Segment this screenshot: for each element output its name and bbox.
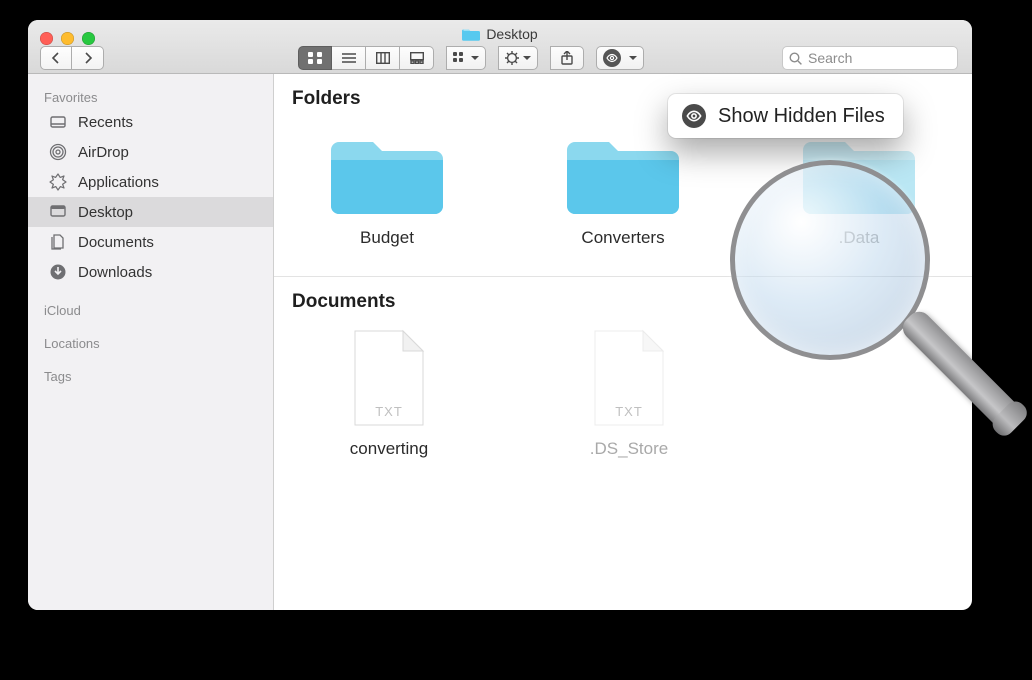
sidebar-item-label: Applications (78, 174, 159, 191)
sidebar-item-label: Documents (78, 234, 154, 251)
search-icon (789, 52, 802, 65)
sidebar-item-label: AirDrop (78, 144, 129, 161)
sidebar-item-applications[interactable]: Applications (28, 167, 273, 197)
sidebar-item-downloads[interactable]: Downloads (28, 257, 273, 287)
airdrop-icon (48, 142, 68, 162)
folder-icon (462, 27, 480, 41)
file-item-ds-store[interactable]: TXT .DS_Store (554, 329, 704, 459)
show-hidden-files-popover[interactable]: Show Hidden Files (668, 94, 903, 138)
item-label: .DS_Store (554, 439, 704, 459)
sidebar-item-airdrop[interactable]: AirDrop (28, 137, 273, 167)
item-label: Converters (550, 228, 696, 248)
view-columns-button[interactable] (366, 46, 400, 70)
item-label: .Data (786, 228, 932, 248)
sidebar-item-label: Downloads (78, 264, 152, 281)
folder-item-data[interactable]: .Data (786, 126, 932, 248)
view-list-button[interactable] (332, 46, 366, 70)
sidebar-item-documents[interactable]: Documents (28, 227, 273, 257)
sidebar-group-tags[interactable]: Tags (28, 363, 273, 386)
section-documents-header: Documents (274, 277, 972, 321)
desktop-icon (48, 202, 68, 222)
sidebar-group-locations[interactable]: Locations (28, 330, 273, 353)
sidebar-item-recents[interactable]: Recents (28, 107, 273, 137)
applications-icon (48, 172, 68, 192)
share-button[interactable] (550, 46, 584, 70)
eye-icon (603, 49, 621, 67)
window-title: Desktop (486, 26, 537, 42)
nav-forward-button[interactable] (72, 46, 104, 70)
eye-icon (682, 104, 706, 128)
sidebar-item-desktop[interactable]: Desktop (28, 197, 273, 227)
recents-icon (48, 112, 68, 132)
sidebar-group-icloud[interactable]: iCloud (28, 297, 273, 320)
folder-icon (803, 126, 915, 218)
view-mode-group (298, 46, 434, 70)
downloads-icon (48, 262, 68, 282)
content-pane: Folders Budget (274, 74, 972, 610)
folder-item-converters[interactable]: Converters (550, 126, 696, 248)
sidebar: Favorites Recents AirDrop (28, 74, 274, 610)
file-ext: TXT (589, 404, 669, 419)
popover-label: Show Hidden Files (718, 105, 885, 128)
folder-item-budget[interactable]: Budget (314, 126, 460, 248)
action-menu-button[interactable] (498, 46, 538, 70)
file-item-converting[interactable]: TXT converting (314, 329, 464, 459)
sidebar-item-label: Recents (78, 114, 133, 131)
view-icons-button[interactable] (298, 46, 332, 70)
search-placeholder: Search (808, 50, 852, 66)
view-gallery-button[interactable] (400, 46, 434, 70)
item-label: converting (314, 439, 464, 459)
item-label: Budget (314, 228, 460, 248)
nav-back-button[interactable] (40, 46, 72, 70)
sidebar-item-label: Desktop (78, 204, 133, 221)
documents-icon (48, 232, 68, 252)
folder-icon (567, 126, 679, 218)
titlebar: Desktop (28, 20, 972, 74)
hidden-files-toggle[interactable] (596, 46, 644, 70)
folder-icon (331, 126, 443, 218)
sidebar-group-favorites: Favorites (28, 84, 273, 107)
file-ext: TXT (349, 404, 429, 419)
group-by-button[interactable] (446, 46, 486, 70)
search-field[interactable]: Search (782, 46, 958, 70)
